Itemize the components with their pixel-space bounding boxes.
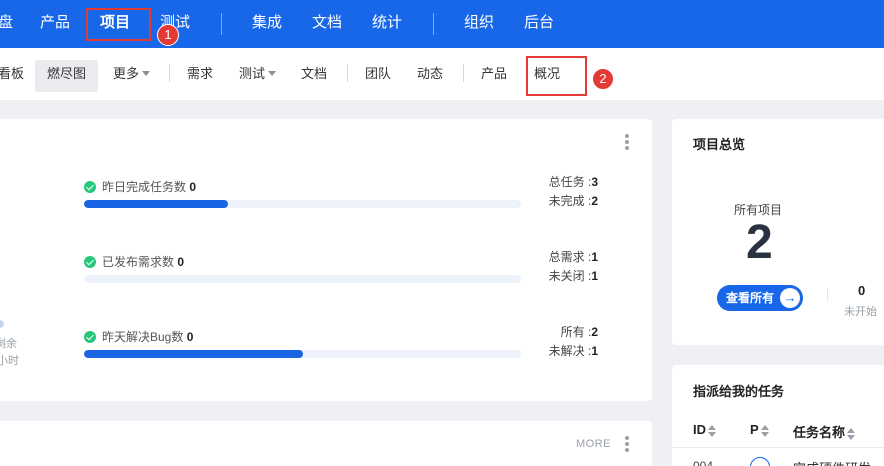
panel-title: 指派给我的任务 xyxy=(693,384,785,399)
task-name[interactable]: 完成硬件研发 xyxy=(793,458,871,466)
stat-released-requirements: 已发布需求数 0 xyxy=(84,253,184,270)
progress-fill xyxy=(84,350,303,358)
subnav-divider xyxy=(169,64,170,82)
nav-admin[interactable]: 后台 xyxy=(524,0,554,48)
column-header-task-name[interactable]: 任务名称 xyxy=(793,422,856,441)
sub-navbar: 看板 燃尽图 更多 需求 测试 文档 团队 动态 产品 概况 xyxy=(0,48,884,100)
progress-bar xyxy=(84,200,521,208)
stat-title: 昨日完成任务数 xyxy=(102,180,187,194)
project-overview-panel: 项目总览 所有项目 2 查看所有 → 0 未开始 xyxy=(672,119,884,345)
subnav-more[interactable]: 更多 xyxy=(113,60,151,92)
nav-organization[interactable]: 组织 xyxy=(464,0,494,48)
nav-product[interactable]: 产品 xyxy=(40,0,70,48)
subnav-docs[interactable]: 文档 xyxy=(301,60,327,92)
subnav-kanban[interactable]: 看板 xyxy=(0,60,24,92)
total-requirements: 总需求 :1 xyxy=(549,248,598,265)
subnav-test[interactable]: 测试 xyxy=(239,60,277,92)
more-link[interactable]: MORE xyxy=(576,438,611,450)
total-tasks: 总任务 :3 xyxy=(549,173,598,190)
hours-label: 小时 xyxy=(0,355,19,367)
header-label: ID xyxy=(693,422,706,437)
progress-fill xyxy=(84,200,229,208)
chevron-down-icon xyxy=(142,71,151,77)
subnav-team[interactable]: 团队 xyxy=(365,60,391,92)
stat-count: 0 xyxy=(186,330,194,344)
priority-icon xyxy=(750,457,770,466)
subnav-activity[interactable]: 动态 xyxy=(417,60,443,92)
more-options-icon[interactable] xyxy=(625,436,629,454)
unresolved-bugs: 未解决 :1 xyxy=(549,342,598,359)
kv-label: 总任务 : xyxy=(548,175,592,189)
chevron-down-icon xyxy=(268,71,277,77)
check-circle-icon xyxy=(84,256,96,268)
subnav-requirements[interactable]: 需求 xyxy=(187,60,213,92)
kv-label: 所有 : xyxy=(560,325,592,339)
progress-bar xyxy=(84,275,521,283)
stat-tasks-finished-yesterday: 昨日完成任务数 0 xyxy=(84,178,196,195)
more-options-icon[interactable] xyxy=(625,134,629,152)
check-circle-icon xyxy=(84,181,96,193)
remaining-label: 剩余 xyxy=(0,338,17,350)
my-tasks-panel: 指派给我的任务 ID P 任务名称 004 完成硬件研发 xyxy=(672,365,884,466)
task-id: 004 xyxy=(693,459,714,466)
column-header-priority[interactable]: P xyxy=(750,422,769,437)
kv-label: 未解决 : xyxy=(548,344,592,358)
nav-docs[interactable]: 文档 xyxy=(312,0,342,48)
header-label: 任务名称 xyxy=(793,425,846,440)
subnav-divider xyxy=(463,64,464,82)
nav-integration[interactable]: 集成 xyxy=(252,0,282,48)
stat-count: 0 xyxy=(189,180,197,194)
nav-statistics[interactable]: 统计 xyxy=(372,0,402,48)
subnav-more-label: 更多 xyxy=(113,66,140,81)
subnav-divider xyxy=(347,64,348,82)
stat-title: 已发布需求数 xyxy=(102,255,175,269)
kv-label: 未关闭 : xyxy=(548,269,592,283)
all-projects-count: 2 xyxy=(746,216,773,269)
nav-divider xyxy=(221,13,222,35)
view-all-button[interactable]: 查看所有 → xyxy=(717,285,803,311)
sort-icon xyxy=(760,424,769,437)
kv-value: 2 xyxy=(591,325,598,339)
subnav-test-label: 测试 xyxy=(239,66,266,81)
highlight-box xyxy=(526,56,587,96)
subnav-product[interactable]: 产品 xyxy=(481,60,507,92)
not-started-label: 未开始 xyxy=(844,306,877,318)
kv-value: 1 xyxy=(591,344,598,358)
project-list-panel: MORE xyxy=(0,421,652,466)
panel-title: 项目总览 xyxy=(693,137,746,152)
stat-title: 昨天解决Bug数 xyxy=(102,330,184,344)
unclosed-requirements: 未关闭 :1 xyxy=(549,267,598,284)
view-all-label: 查看所有 xyxy=(726,291,775,305)
stat-bugs-resolved-yesterday: 昨天解决Bug数 0 xyxy=(84,328,193,345)
nav-dashboard[interactable]: 盘 xyxy=(0,0,13,48)
kv-label: 总需求 : xyxy=(548,250,592,264)
legend-dot xyxy=(0,320,4,328)
subnav-burndown[interactable]: 燃尽图 xyxy=(35,60,99,92)
kv-value: 2 xyxy=(591,194,598,208)
sort-icon xyxy=(847,427,856,440)
nav-divider xyxy=(433,13,434,35)
kv-value: 3 xyxy=(591,175,598,189)
not-started-count: 0 xyxy=(858,283,866,298)
column-header-id[interactable]: ID xyxy=(693,422,716,437)
sort-icon xyxy=(708,424,716,437)
unfinished-tasks: 未完成 :2 xyxy=(549,192,598,209)
project-stats-panel: 剩余 小时 昨日完成任务数 0 总任务 :3 未完成 :2 已发布需求数 0 总… xyxy=(0,119,652,401)
stat-count: 0 xyxy=(177,255,185,269)
total-bugs: 所有 :2 xyxy=(561,323,598,340)
kv-value: 1 xyxy=(591,269,598,283)
step-marker: 1 xyxy=(157,24,179,46)
highlight-box xyxy=(86,8,151,41)
progress-bar xyxy=(84,350,521,358)
check-circle-icon xyxy=(84,331,96,343)
kv-label: 未完成 : xyxy=(548,194,592,208)
step-marker: 2 xyxy=(592,68,614,90)
arrow-right-icon: → xyxy=(780,288,800,308)
header-label: P xyxy=(750,422,759,437)
table-divider xyxy=(672,447,884,448)
divider xyxy=(827,288,828,301)
kv-value: 1 xyxy=(591,250,598,264)
